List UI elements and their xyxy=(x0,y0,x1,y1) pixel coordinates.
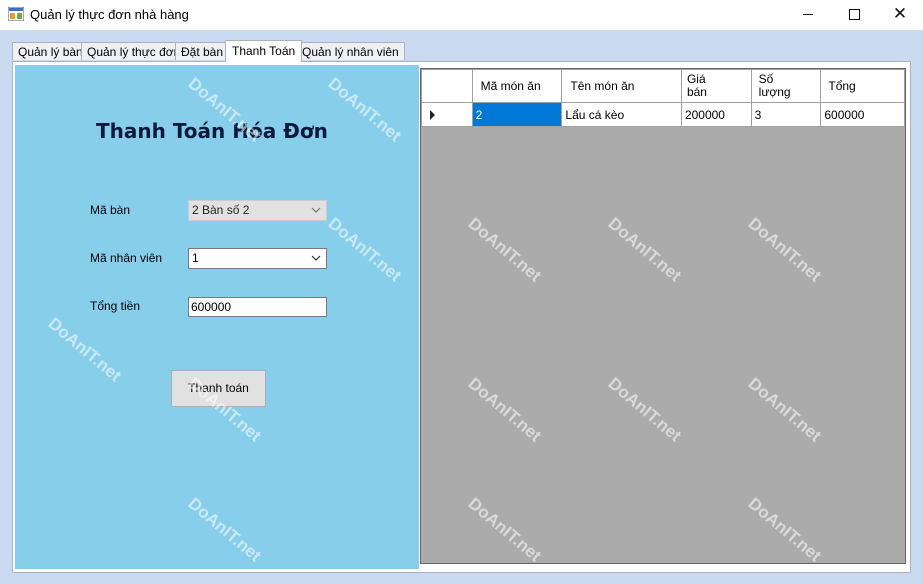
pay-button[interactable]: Thanh toán xyxy=(171,370,266,407)
tab-employee-management[interactable]: Quản lý nhân viên xyxy=(296,42,405,60)
title-bar: Quản lý thực đơn nhà hàng ✕ xyxy=(0,0,923,30)
order-table: Mã món ăn Tên món ăn Giá bán Số lượng Tổ… xyxy=(421,69,905,127)
column-header-dish-id[interactable]: Mã món ăn xyxy=(471,69,563,103)
employee-combo[interactable]: 1 xyxy=(188,248,327,269)
employee-combo-value: 1 xyxy=(192,251,199,265)
maximize-button[interactable] xyxy=(831,0,877,30)
employee-label: Mã nhân viên xyxy=(90,251,163,265)
tab-booking[interactable]: Đặt bàn xyxy=(175,42,230,60)
order-grid[interactable]: Mã món ăn Tên món ăn Giá bán Số lượng Tổ… xyxy=(420,68,906,564)
tab-payment[interactable]: Thanh Toán xyxy=(225,40,303,62)
cell-dish-name[interactable]: Lẩu cá kèo xyxy=(561,102,682,127)
tab-table-management[interactable]: Quản lý bàn xyxy=(12,42,89,60)
column-header-price[interactable]: Giá bán xyxy=(680,69,752,103)
current-row-icon xyxy=(430,110,435,121)
maximize-icon xyxy=(848,8,860,20)
app-icon xyxy=(8,7,24,21)
minimize-icon xyxy=(803,13,813,15)
close-button[interactable]: ✕ xyxy=(877,0,923,30)
cell-total[interactable]: 600000 xyxy=(820,102,905,127)
minimize-button[interactable] xyxy=(785,0,831,30)
chevron-down-icon xyxy=(311,207,321,213)
close-icon: ✕ xyxy=(892,4,908,23)
column-header-total[interactable]: Tổng xyxy=(820,69,905,103)
table-combo-value: 2 Bàn số 2 xyxy=(192,203,250,217)
cell-quantity[interactable]: 3 xyxy=(750,102,822,127)
table-row[interactable]: 2 Lẩu cá kèo 200000 3 600000 xyxy=(421,102,905,127)
cell-price[interactable]: 200000 xyxy=(680,102,752,127)
total-input[interactable]: 600000 xyxy=(188,297,327,317)
table-label: Mã bàn xyxy=(90,203,131,217)
grid-corner-header xyxy=(421,69,473,103)
page-title: Thanh Toán Hóa Đơn xyxy=(96,119,328,143)
column-header-dish-name[interactable]: Tên món ăn xyxy=(561,69,682,103)
tab-menu-management[interactable]: Quản lý thực đơn xyxy=(81,42,187,60)
window-title: Quản lý thực đơn nhà hàng xyxy=(30,7,189,22)
column-header-quantity[interactable]: Số lượng xyxy=(750,69,822,103)
cell-dish-id[interactable]: 2 xyxy=(471,102,563,127)
chevron-down-icon xyxy=(311,255,321,261)
total-label: Tổng tiền xyxy=(90,299,141,313)
row-header[interactable] xyxy=(421,102,473,127)
table-combo[interactable]: 2 Bàn số 2 xyxy=(188,200,327,221)
